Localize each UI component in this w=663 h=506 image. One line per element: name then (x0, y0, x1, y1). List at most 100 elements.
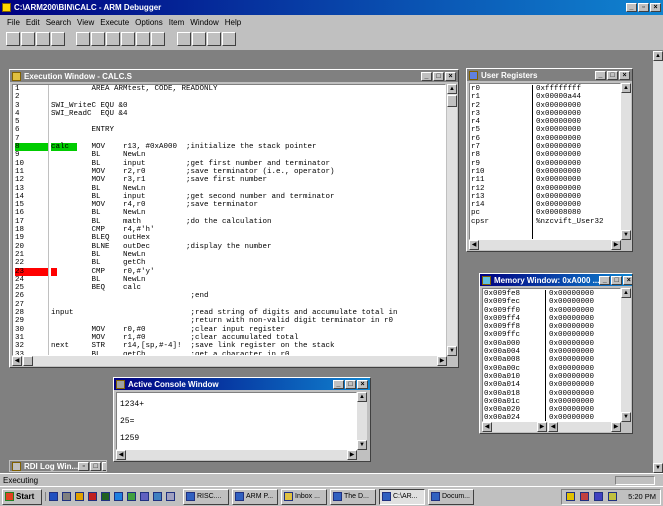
console-maximize-button[interactable]: □ (345, 379, 356, 389)
mem-scroll-down-icon[interactable]: ▼ (621, 412, 631, 422)
toolbar-registers-button[interactable] (206, 32, 221, 46)
code-line[interactable] (51, 93, 398, 101)
registers-window[interactable]: User Registers _ □ × r0 r1 r2 r3 r4 r5 r6 r7 r8 r… (466, 68, 633, 252)
app-restore-button[interactable]: ▫ (638, 3, 649, 12)
scroll-up-icon[interactable]: ▲ (653, 51, 663, 61)
mem-scroll-mid-right-icon[interactable]: ▶ (537, 422, 547, 432)
code-line[interactable]: calc MOV r13, #0xA000 ;initialize the st… (51, 143, 398, 152)
code-scroll-down-icon[interactable]: ▼ (447, 346, 457, 356)
workspace-vscroll[interactable]: ▲ ▼ (653, 51, 663, 473)
code-line[interactable]: BL NewLn (51, 185, 398, 193)
code-line[interactable]: CMP r4,#'h' (51, 226, 398, 234)
menu-window[interactable]: Window (187, 18, 221, 27)
toolbar-breakpoint-button[interactable] (176, 32, 191, 46)
task-docum[interactable]: Docum... (428, 488, 474, 505)
exec-close-button[interactable]: × (445, 71, 456, 81)
console-scroll-down-icon[interactable]: ▼ (357, 440, 367, 450)
toolbar-watch-button[interactable] (191, 32, 206, 46)
rdi-close-button[interactable]: × (102, 461, 106, 471)
reg-close-button[interactable]: × (619, 70, 630, 80)
code-line[interactable]: BL getCh (51, 259, 398, 267)
chart-icon[interactable] (127, 492, 136, 501)
code-line[interactable]: BL NewLn (51, 276, 398, 284)
rdi-restore-button[interactable]: ▫ (78, 461, 90, 471)
tray-icon-3[interactable] (594, 492, 604, 501)
console-vscroll[interactable]: ▲ ▼ (357, 392, 367, 450)
code-line[interactable]: SWI_WriteC EQU &0 (51, 102, 398, 110)
code-scroll-left-icon[interactable]: ◀ (12, 356, 22, 366)
network-icon[interactable] (153, 492, 162, 501)
reg-maximize-button[interactable]: □ (607, 70, 618, 80)
menu-edit[interactable]: Edit (23, 18, 43, 27)
registers-vscroll[interactable]: ▲ ▼ (621, 83, 631, 240)
console-output[interactable]: 1234+ 25= 1259 (116, 392, 357, 450)
console-scroll-left-icon[interactable]: ◀ (116, 450, 126, 460)
toolbar-go-button[interactable] (76, 32, 91, 46)
toolbar-step-in-button[interactable] (121, 32, 136, 46)
tray-icon-4[interactable] (608, 492, 618, 501)
console-close-button[interactable]: × (357, 379, 368, 389)
code-line[interactable]: CMP r0,#'y' (51, 267, 398, 276)
menu-options[interactable]: Options (132, 18, 166, 27)
code-line[interactable]: input ;read string of digits and accumul… (51, 309, 398, 317)
mem-close-button[interactable]: × (623, 275, 632, 285)
menu-execute[interactable]: Execute (97, 18, 132, 27)
mem-scroll-left-icon[interactable]: ◀ (482, 422, 492, 432)
mem-maximize-button[interactable]: □ (611, 275, 623, 285)
terminal-icon[interactable] (101, 492, 110, 501)
code-line[interactable]: MOV r2,r0 ;save terminator (i.e., operat… (51, 168, 398, 176)
console-scroll-right-icon[interactable]: ▶ (347, 450, 357, 460)
code-line[interactable]: MOV r3,r1 ;save first number (51, 176, 398, 184)
code-line[interactable]: BLEQ outHex (51, 234, 398, 242)
scroll-down-icon[interactable]: ▼ (653, 463, 663, 473)
code-line[interactable]: BL NewLn (51, 251, 398, 259)
code-scroll-thumb[interactable] (447, 95, 457, 107)
explorer-icon[interactable] (62, 492, 71, 501)
menu-view[interactable]: View (74, 18, 97, 27)
code-line[interactable]: BL input ;get first number and terminato… (51, 160, 398, 168)
exec-maximize-button[interactable]: □ (433, 71, 444, 81)
word-icon[interactable] (49, 492, 58, 501)
code-line[interactable]: ;end (51, 292, 398, 300)
tray-icon-2[interactable] (580, 492, 590, 501)
toolbar-step-out-button[interactable] (136, 32, 151, 46)
toolbar-print-button[interactable] (36, 32, 50, 46)
code-hscroll-thumb[interactable] (23, 356, 33, 366)
code-line[interactable]: BL NewLn (51, 209, 398, 217)
code-line[interactable]: BL input ;get second number and terminat… (51, 193, 398, 201)
code-line[interactable]: MOV r0,#0 ;clear input register (51, 326, 398, 334)
toolbar-open-button[interactable] (6, 32, 20, 46)
task-the-d[interactable]: The D... (330, 488, 376, 505)
memory-vscroll[interactable]: ▲ ▼ (621, 288, 631, 422)
code-view[interactable]: 1 2 3 4 5 6 7 8 9 10 11 12 13 14 15 16 17 18 19 20 21 22 23 24 2… (12, 84, 446, 356)
toolbar-memory-button[interactable] (221, 32, 236, 46)
menu-item[interactable]: Item (166, 18, 188, 27)
task-arm-p[interactable]: ARM P... (232, 488, 278, 505)
code-line[interactable]: BL math ;do the calculation (51, 218, 398, 226)
ie-icon[interactable] (114, 492, 123, 501)
mem-minimize-button[interactable]: _ (599, 275, 611, 285)
bulb-icon[interactable] (75, 492, 84, 501)
globe-icon[interactable] (140, 492, 149, 501)
rdi-log-minimized[interactable]: RDI Log Win... ▫ □ × (9, 460, 107, 472)
task-risc[interactable]: RISC.... (183, 488, 229, 505)
console-minimize-button[interactable]: _ (333, 379, 344, 389)
reg-scroll-up-icon[interactable]: ▲ (621, 83, 631, 93)
code-line[interactable]: ;return with non-valid digit terminator … (51, 317, 398, 325)
toolbar-save-button[interactable] (21, 32, 35, 46)
code-line[interactable]: AREA ARMtest, CODE, READONLY (51, 85, 398, 93)
console-scroll-up-icon[interactable]: ▲ (357, 392, 367, 402)
start-button[interactable]: Start (2, 488, 42, 505)
execution-window[interactable]: Execution Window - CALC.S _ □ × 12345678… (9, 69, 459, 368)
reg-scroll-right-icon[interactable]: ▶ (611, 240, 621, 250)
reg-scroll-left-icon[interactable]: ◀ (469, 240, 479, 250)
outlook-icon[interactable] (88, 492, 97, 501)
code-line[interactable]: BLNE outDec ;display the number (51, 243, 398, 251)
toolbar-run-to-button[interactable] (151, 32, 166, 46)
menu-file[interactable]: File (4, 18, 23, 27)
mem-scroll-up-icon[interactable]: ▲ (621, 288, 631, 298)
code-line[interactable]: MOV r4,r0 ;save terminator (51, 201, 398, 209)
code-scroll-right-icon[interactable]: ▶ (437, 356, 447, 366)
task-inbox[interactable]: Inbox ... (281, 488, 327, 505)
console-window[interactable]: Active Console Window _ □ × 1234+ 25= 12… (113, 377, 371, 462)
